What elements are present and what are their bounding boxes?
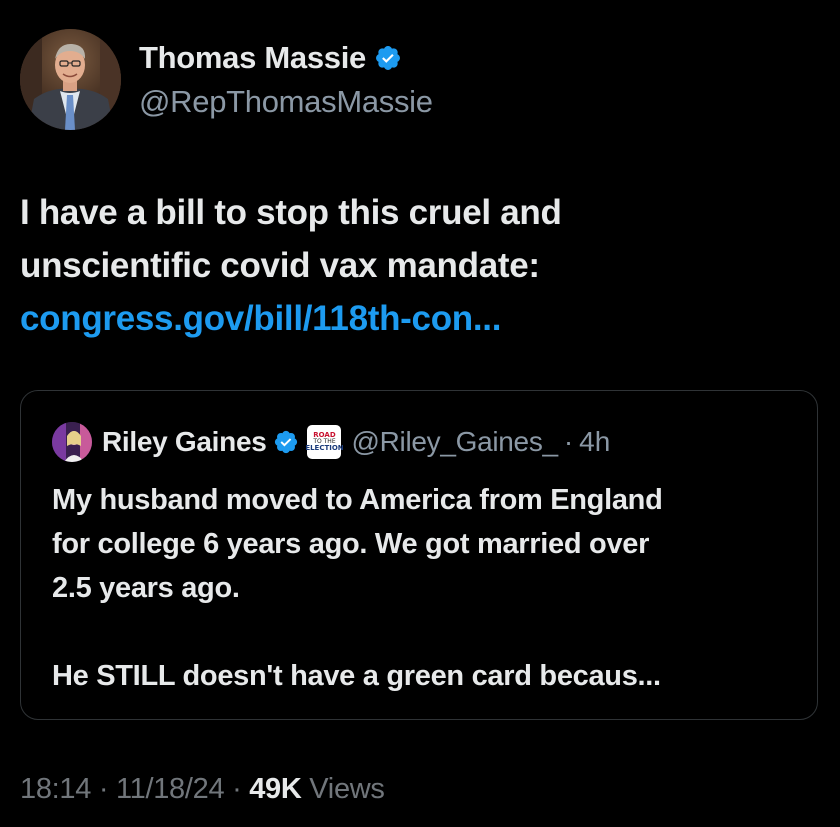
author-avatar[interactable] <box>20 29 121 130</box>
author-display-name[interactable]: Thomas Massie <box>139 40 366 76</box>
quoted-tweet-card[interactable]: Riley Gaines ROAD TO THE ELECTION @Riley… <box>20 390 818 720</box>
separator-dot: · <box>98 773 109 805</box>
quoted-author-handle[interactable]: @Riley_Gaines_ <box>351 426 558 458</box>
quoted-tweet-text-line <box>52 610 802 654</box>
quoted-tweet-text-line: 2.5 years ago. <box>52 572 240 604</box>
views-label: Views <box>309 773 385 805</box>
separator-dot: · <box>563 426 574 457</box>
author-name-row: Thomas Massie <box>139 40 402 76</box>
quoted-tweet-text-line: He STILL doesn't have a green card becau… <box>52 660 661 692</box>
affiliate-badge-line: ELECTION <box>305 444 344 452</box>
quoted-tweet-text: My husband moved to America from England… <box>52 478 802 698</box>
verified-badge-icon[interactable] <box>273 429 299 455</box>
views-count[interactable]: 49K <box>249 773 302 805</box>
quoted-tweet-header: Riley Gaines ROAD TO THE ELECTION @Riley… <box>52 422 610 462</box>
quoted-author-display-name[interactable]: Riley Gaines <box>102 426 267 458</box>
tweet: Thomas Massie @RepThomasMassie I have a … <box>0 0 840 827</box>
tweet-text-line: I have a bill to stop this cruel and <box>20 193 562 232</box>
tweet-meta: 18:14 · 11/18/24 · 49K Views <box>20 773 385 806</box>
quoted-author-avatar[interactable] <box>52 422 92 462</box>
tweet-text-line: unscientific covid vax mandate: <box>20 246 540 285</box>
profile-photo-icon <box>20 29 121 130</box>
tweet-text: I have a bill to stop this cruel and uns… <box>20 186 820 345</box>
tweet-time[interactable]: 18:14 <box>20 773 91 805</box>
quoted-tweet-text-line: for college 6 years ago. We got married … <box>52 528 650 560</box>
verified-badge-icon[interactable] <box>374 44 402 72</box>
affiliate-badge-icon[interactable]: ROAD TO THE ELECTION <box>305 425 344 459</box>
quoted-tweet-text-line: My husband moved to America from England <box>52 484 663 516</box>
tweet-link[interactable]: congress.gov/bill/118th-con... <box>20 292 820 345</box>
tweet-date[interactable]: 11/18/24 <box>116 773 225 805</box>
quoted-tweet-time[interactable]: 4h <box>579 426 610 458</box>
separator-dot: · <box>232 773 242 805</box>
profile-photo-icon <box>52 422 92 462</box>
author-handle[interactable]: @RepThomasMassie <box>139 84 433 120</box>
